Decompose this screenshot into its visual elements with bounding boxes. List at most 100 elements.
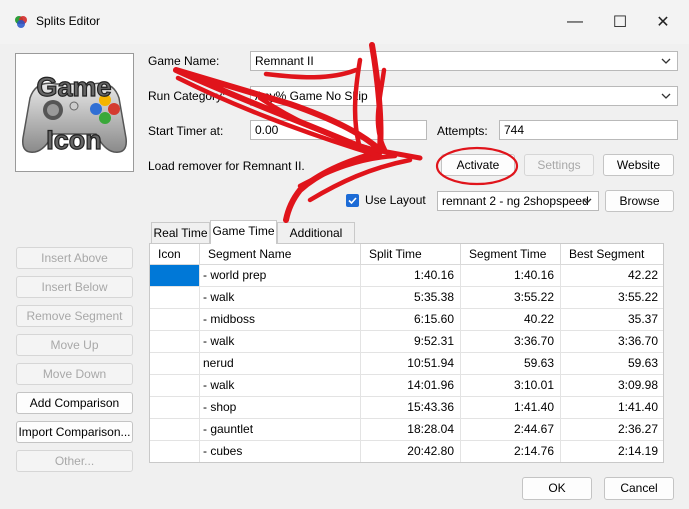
best-segment-cell[interactable]: 3:36.70 [561,331,663,353]
icon-cell[interactable] [150,265,200,287]
icon-cell[interactable] [150,331,200,353]
import-comparison-button[interactable]: Import Comparison... [16,421,133,443]
split-time-cell[interactable]: 10:51.94 [361,353,461,375]
other-button[interactable]: Other... [16,450,133,472]
best-segment-cell[interactable]: 2:14.19 [561,441,663,462]
attempts-input[interactable]: 744 [499,120,678,140]
game-icon-picker[interactable]: Game Icon [15,53,134,172]
segment-time-cell[interactable]: 2:44.67 [461,419,561,441]
insert-below-button[interactable]: Insert Below [16,276,133,298]
layout-value: remnant 2 - ng 2shopspeed [442,194,589,208]
activate-button[interactable]: Activate [441,154,515,176]
best-segment-cell[interactable]: 35.37 [561,309,663,331]
autosplitter-description: Load remover for Remnant II. [148,159,305,173]
split-time-cell[interactable]: 14:01.96 [361,375,461,397]
split-time-cell[interactable]: 1:40.16 [361,265,461,287]
segment-time-cell[interactable]: 1:40.16 [461,265,561,287]
best-segment-cell[interactable]: 59.63 [561,353,663,375]
close-button[interactable]: ✕ [640,8,686,36]
controller-icon: Game Icon [22,71,127,156]
table-row[interactable]: nerud 10:51.94 59.63 59.63 [150,353,663,375]
table-row[interactable]: - world prep 1:40.16 1:40.16 42.22 [150,265,663,287]
tab-game-time[interactable]: Game Time [210,220,277,244]
split-time-cell[interactable]: 6:15.60 [361,309,461,331]
icon-cell[interactable] [150,309,200,331]
chevron-down-icon [661,58,671,64]
split-time-cell[interactable]: 15:43.36 [361,397,461,419]
segment-name-cell[interactable]: - walk [200,375,361,397]
icon-cell[interactable] [150,441,200,462]
use-layout-label: Use Layout [365,193,426,207]
settings-button[interactable]: Settings [524,154,594,176]
table-row[interactable]: - shop 15:43.36 1:41.40 1:41.40 [150,397,663,419]
maximize-button[interactable]: ☐ [597,8,643,36]
run-category-combo[interactable]: Any% Game No Skip [250,86,678,106]
split-time-cell[interactable]: 18:28.04 [361,419,461,441]
remove-segment-button[interactable]: Remove Segment [16,305,133,327]
checkmark-icon [348,197,357,205]
use-layout-checkbox[interactable] [346,194,359,207]
move-down-button[interactable]: Move Down [16,363,133,385]
icon-cell[interactable] [150,375,200,397]
best-segment-cell[interactable]: 3:09.98 [561,375,663,397]
icon-cell[interactable] [150,353,200,375]
icon-cell[interactable] [150,419,200,441]
arrow-head-annotation [373,147,423,161]
column-header-segment-time[interactable]: Segment Time [461,244,561,265]
segment-time-cell[interactable]: 40.22 [461,309,561,331]
add-comparison-button[interactable]: Add Comparison [16,392,133,414]
best-segment-cell[interactable]: 42.22 [561,265,663,287]
column-header-best-segment[interactable]: Best Segment [561,244,663,265]
game-icon-text-1: Game [36,72,111,102]
icon-cell[interactable] [150,287,200,309]
move-up-button[interactable]: Move Up [16,334,133,356]
minimize-button[interactable]: — [552,8,598,36]
table-row[interactable]: - cubes 20:42.80 2:14.76 2:14.19 [150,441,663,462]
run-category-value: Any% Game No Skip [255,89,368,103]
ok-button[interactable]: OK [522,477,592,500]
layout-combo[interactable]: remnant 2 - ng 2shopspeed [437,191,599,211]
table-row[interactable]: - gauntlet 18:28.04 2:44.67 2:36.27 [150,419,663,441]
app-logo-icon [15,16,27,28]
table-row[interactable]: - walk 14:01.96 3:10.01 3:09.98 [150,375,663,397]
segment-name-cell[interactable]: - walk [200,331,361,353]
tab-real-time[interactable]: Real Time [151,222,210,244]
split-time-cell[interactable]: 20:42.80 [361,441,461,462]
column-header-split-time[interactable]: Split Time [361,244,461,265]
attempts-label: Attempts: [437,124,488,138]
website-button[interactable]: Website [603,154,674,176]
column-header-icon[interactable]: Icon [150,244,200,265]
segment-name-cell[interactable]: - gauntlet [200,419,361,441]
split-time-cell[interactable]: 9:52.31 [361,331,461,353]
table-row[interactable]: - walk 9:52.31 3:36.70 3:36.70 [150,331,663,353]
column-header-segment-name[interactable]: Segment Name [200,244,361,265]
segment-time-cell[interactable]: 1:41.40 [461,397,561,419]
game-name-label: Game Name: [148,54,220,68]
segment-time-cell[interactable]: 3:10.01 [461,375,561,397]
segment-time-cell[interactable]: 3:36.70 [461,331,561,353]
start-timer-input[interactable]: 0.00 [250,120,427,140]
segment-name-cell[interactable]: - cubes [200,441,361,462]
segment-time-cell[interactable]: 2:14.76 [461,441,561,462]
best-segment-cell[interactable]: 1:41.40 [561,397,663,419]
segment-name-cell[interactable]: - midboss [200,309,361,331]
split-time-cell[interactable]: 5:35.38 [361,287,461,309]
segment-name-cell[interactable]: - walk [200,287,361,309]
table-row[interactable]: - walk 5:35.38 3:55.22 3:55.22 [150,287,663,309]
segment-time-cell[interactable]: 3:55.22 [461,287,561,309]
segment-time-cell[interactable]: 59.63 [461,353,561,375]
game-name-combo[interactable]: Remnant II [250,51,678,71]
browse-button[interactable]: Browse [605,190,674,212]
icon-cell[interactable] [150,397,200,419]
table-row[interactable]: - midboss 6:15.60 40.22 35.37 [150,309,663,331]
tab-additional-info[interactable]: Additional Info [277,222,355,260]
cancel-button[interactable]: Cancel [604,477,674,500]
best-segment-cell[interactable]: 2:36.27 [561,419,663,441]
segment-name-cell[interactable]: - world prep [200,265,361,287]
run-category-label: Run Category: [148,89,226,103]
segment-name-cell[interactable]: - shop [200,397,361,419]
best-segment-cell[interactable]: 3:55.22 [561,287,663,309]
window-title: Splits Editor [36,14,101,28]
insert-above-button[interactable]: Insert Above [16,247,133,269]
segment-name-cell[interactable]: nerud [200,353,361,375]
